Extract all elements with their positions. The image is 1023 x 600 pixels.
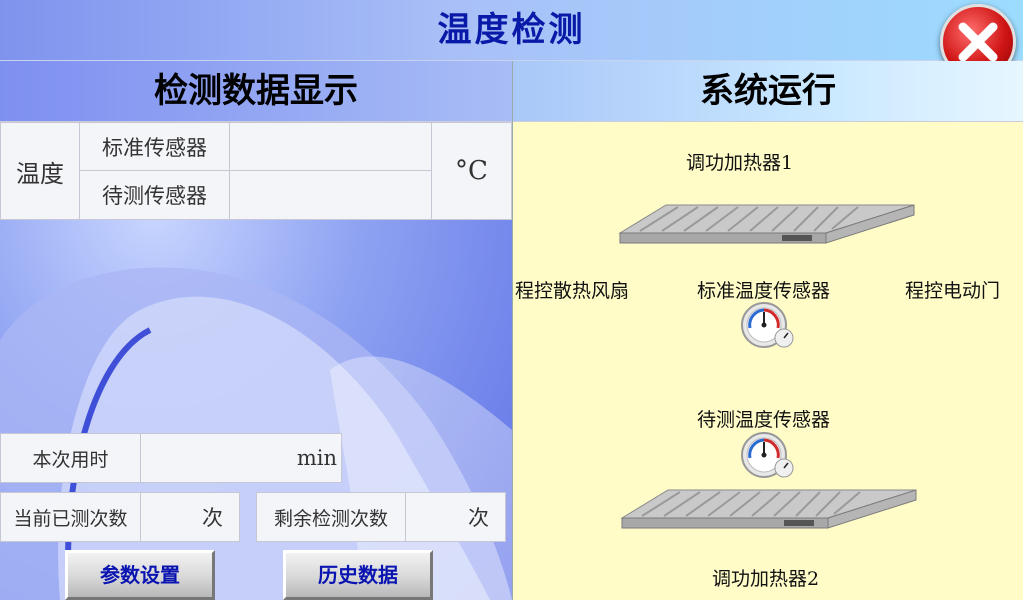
elapsed-time-field: min — [140, 433, 342, 483]
heater-plate-icon[interactable] — [620, 488, 918, 530]
window-title: 温度检测 — [437, 10, 586, 50]
thermometer-gauge-icon[interactable] — [740, 300, 796, 350]
decorative-wave — [0, 267, 512, 600]
elapsed-time-label: 本次用时 — [0, 433, 141, 483]
remaining-count-unit: 次 — [468, 506, 489, 530]
standard-sensor-label: 标准传感器 — [79, 122, 230, 171]
standard-sensor-value — [229, 122, 432, 171]
system-run-header: 系统运行 — [513, 61, 1023, 122]
heater-plate-icon[interactable] — [618, 203, 916, 245]
test-sensor-value — [229, 170, 432, 220]
temperature-unit: °C — [431, 122, 512, 220]
remaining-count-label: 剩余检测次数 — [256, 492, 406, 542]
close-icon — [958, 22, 998, 62]
standard-sensor-diagram-label: 标准温度传感器 — [697, 280, 831, 302]
heater1-label: 调功加热器1 — [686, 152, 794, 174]
fan-label: 程控散热风扇 — [515, 280, 630, 302]
tested-count-field: 次 — [140, 492, 240, 542]
remaining-count-field: 次 — [405, 492, 506, 542]
elapsed-time-unit: min — [296, 446, 337, 470]
history-button[interactable]: 历史数据 — [283, 550, 433, 600]
test-sensor-label: 待测传感器 — [79, 170, 230, 220]
heater2-label: 调功加热器2 — [712, 568, 820, 590]
tested-count-label: 当前已测次数 — [0, 492, 141, 542]
test-sensor-diagram-label: 待测温度传感器 — [697, 409, 831, 431]
settings-button[interactable]: 参数设置 — [65, 550, 215, 600]
tested-count-unit: 次 — [202, 506, 223, 530]
thermometer-gauge-icon[interactable] — [740, 430, 796, 480]
door-label: 程控电动门 — [905, 280, 1001, 302]
temperature-row-label: 温度 — [0, 122, 80, 220]
data-display-header: 检测数据显示 — [0, 61, 512, 122]
